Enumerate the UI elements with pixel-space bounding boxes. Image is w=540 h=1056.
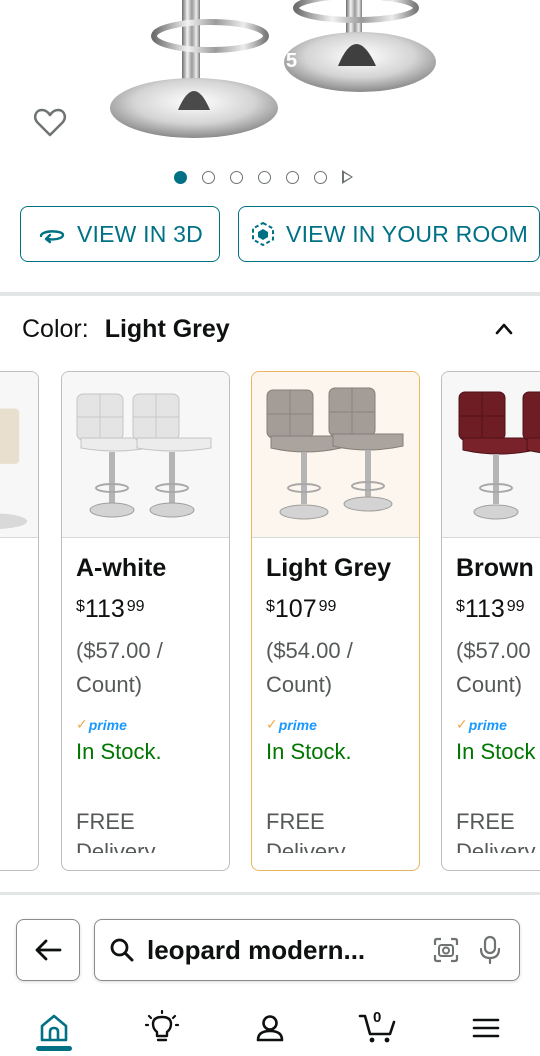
video-play-icon[interactable] bbox=[342, 170, 353, 184]
price-whole: 107 bbox=[274, 595, 317, 623]
unit-price-line-2: Count) bbox=[76, 672, 143, 697]
color-option-name: Brown bbox=[456, 554, 534, 582]
stock-status: In Stock bbox=[456, 739, 536, 764]
view-in-3d-label: VIEW IN 3D bbox=[77, 220, 203, 247]
section-divider bbox=[0, 292, 540, 296]
prime-label: prime bbox=[468, 716, 507, 733]
price-cents: 99 bbox=[126, 598, 145, 615]
prime-check-icon: ✓ bbox=[76, 716, 88, 732]
color-swatch-carousel[interactable]: A-white $ 113 99 ($57.00 / Count) ✓ prime… bbox=[0, 371, 540, 871]
pagination-dot-6[interactable] bbox=[314, 170, 327, 184]
price-currency: $ bbox=[266, 598, 275, 615]
microphone-icon[interactable] bbox=[475, 935, 505, 965]
view-buttons: VIEW IN 3D VIEW IN YOUR ROOM bbox=[20, 206, 540, 262]
section-divider bbox=[0, 892, 540, 895]
delivery-label: Delivery bbox=[76, 841, 215, 853]
color-option-card-brown[interactable]: Brown $ 113 99 ($57.00 Count) ✓ prime In … bbox=[441, 371, 540, 871]
price-cents: 99 bbox=[318, 598, 337, 615]
prime-badge: ✓ prime bbox=[76, 716, 215, 733]
color-option-name: A-white bbox=[76, 554, 167, 582]
color-selector-header[interactable]: Color: Light Grey bbox=[22, 315, 518, 344]
color-option-image bbox=[442, 372, 540, 538]
unit-price-line-2: Count) bbox=[266, 672, 333, 697]
search-icon bbox=[110, 938, 134, 962]
stock-status: In Stock. bbox=[76, 739, 162, 764]
ar-cube-icon bbox=[252, 221, 275, 247]
chevron-up-icon[interactable] bbox=[494, 319, 514, 339]
view-in-your-room-button[interactable]: VIEW IN YOUR ROOM bbox=[238, 206, 540, 262]
nav-home[interactable] bbox=[24, 1003, 84, 1053]
pagination-dot-3[interactable] bbox=[230, 170, 243, 184]
unit-price-line-1: ($57.00 / bbox=[76, 638, 163, 663]
color-label: Color: bbox=[22, 315, 89, 343]
nav-menu[interactable] bbox=[456, 1003, 516, 1053]
price-currency: $ bbox=[456, 598, 465, 615]
unit-price-line-1: ($57.00 bbox=[456, 638, 531, 663]
shipping-label: FREE bbox=[76, 809, 135, 834]
user-icon bbox=[256, 1015, 284, 1042]
prime-check-icon: ✓ bbox=[456, 716, 468, 732]
shipping-label: FREE bbox=[456, 809, 515, 834]
price-whole: 113 bbox=[84, 595, 125, 623]
product-image-gallery[interactable]: 5 bbox=[0, 0, 540, 168]
price-cents: 99 bbox=[506, 598, 525, 615]
pagination-dot-1[interactable] bbox=[174, 170, 187, 184]
view-in-3d-button[interactable]: VIEW IN 3D bbox=[20, 206, 220, 262]
camera-lens-icon[interactable] bbox=[431, 935, 461, 965]
unit-price: ($54.00 / Count) bbox=[266, 634, 405, 702]
search-input[interactable]: leopard modern... bbox=[94, 919, 520, 981]
home-icon bbox=[40, 1014, 68, 1042]
color-option-image bbox=[62, 372, 229, 538]
stock-status: In Stock. bbox=[266, 739, 352, 764]
shipping-label: FREE bbox=[266, 809, 325, 834]
lightbulb-icon bbox=[144, 1010, 180, 1042]
back-button[interactable] bbox=[16, 919, 80, 981]
color-option-card-light-grey[interactable]: Light Grey $ 107 99 ($54.00 / Count) ✓ pr… bbox=[251, 371, 420, 871]
delivery-label: Delivery bbox=[456, 841, 540, 853]
view-in-your-room-label: VIEW IN YOUR ROOM bbox=[286, 220, 528, 247]
prime-label: prime bbox=[278, 716, 317, 733]
hamburger-menu-icon bbox=[472, 1018, 500, 1038]
heart-outline-icon[interactable] bbox=[32, 104, 68, 140]
color-option-price: $ 113 99 bbox=[76, 595, 215, 624]
selected-color-value: Light Grey bbox=[104, 315, 230, 343]
search-bar: leopard modern... bbox=[16, 919, 520, 981]
unit-price: ($57.00 / Count) bbox=[76, 634, 215, 702]
prime-badge: ✓ prime bbox=[266, 716, 405, 733]
color-option-name: Light Grey bbox=[266, 554, 392, 582]
pagination-dot-4[interactable] bbox=[258, 170, 271, 184]
color-option-image bbox=[252, 372, 419, 538]
search-query: leopard modern... bbox=[147, 934, 366, 965]
color-option-price: $ 107 99 bbox=[266, 595, 405, 624]
rotate-3d-icon bbox=[39, 230, 65, 244]
color-option-card[interactable] bbox=[0, 371, 39, 871]
color-option-card-a-white[interactable]: A-white $ 113 99 ($57.00 / Count) ✓ prime… bbox=[61, 371, 230, 871]
price-currency: $ bbox=[76, 598, 85, 615]
color-option-price: $ 113 99 bbox=[456, 595, 540, 624]
prime-badge: ✓ prime bbox=[456, 716, 540, 733]
price-whole: 113 bbox=[464, 595, 505, 623]
arrow-left-icon bbox=[35, 939, 62, 961]
pagination-dot-5[interactable] bbox=[286, 170, 299, 184]
image-counter: 5 bbox=[286, 50, 298, 72]
delivery-label: Delivery bbox=[266, 841, 405, 853]
unit-price-line-1: ($54.00 / bbox=[266, 638, 353, 663]
nav-cart[interactable]: 0 bbox=[348, 1003, 408, 1053]
prime-check-icon: ✓ bbox=[266, 716, 278, 732]
nav-inspire[interactable] bbox=[132, 1003, 192, 1053]
product-image bbox=[110, 0, 436, 138]
unit-price-line-2: Count) bbox=[456, 672, 523, 697]
bottom-navigation: 0 bbox=[0, 1000, 540, 1056]
prime-label: prime bbox=[88, 716, 127, 733]
pagination-dot-2[interactable] bbox=[202, 170, 215, 184]
nav-account[interactable] bbox=[240, 1003, 300, 1053]
color-option-image bbox=[0, 372, 38, 538]
image-pagination-dots bbox=[174, 170, 353, 184]
unit-price: ($57.00 Count) bbox=[456, 634, 540, 702]
cart-count-badge: 0 bbox=[373, 1009, 382, 1026]
